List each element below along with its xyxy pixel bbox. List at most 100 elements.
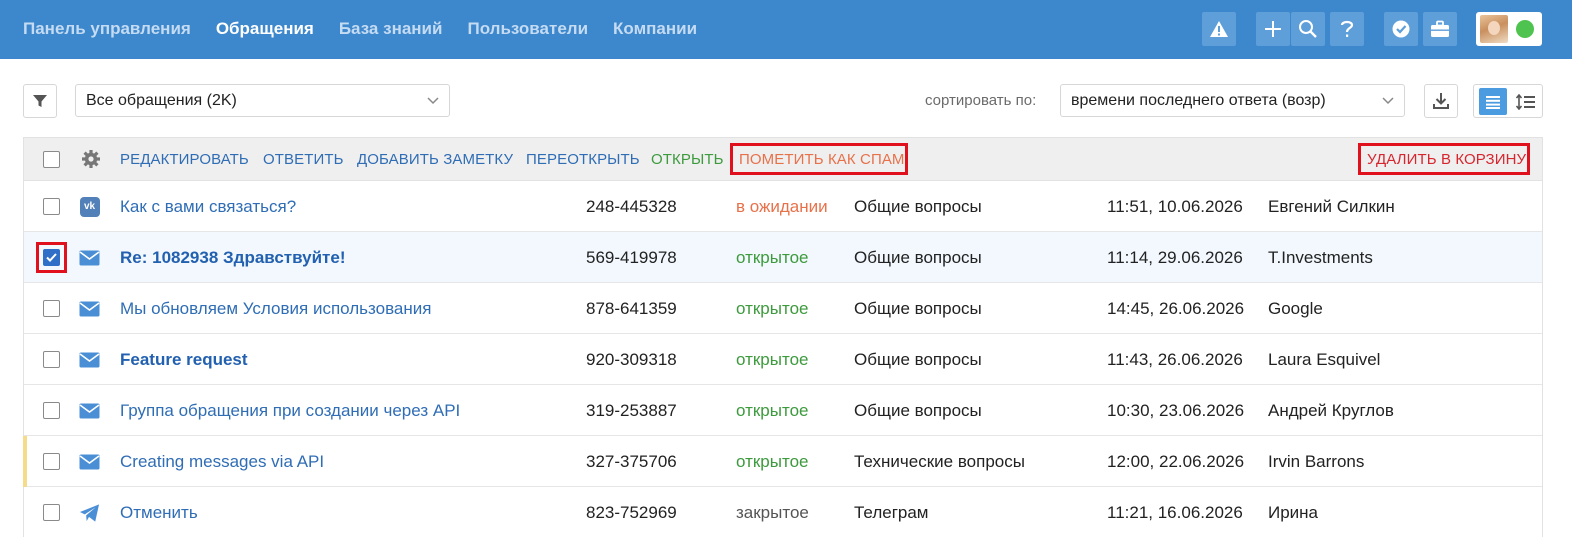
- table-row[interactable]: vk Как с вами связаться? 248-445328 в ожида…: [24, 181, 1542, 232]
- compact-view-button[interactable]: [1513, 89, 1539, 115]
- edit-action[interactable]: РЕДАКТИРОВАТЬ: [120, 151, 249, 168]
- ticket-number: 920-309318: [586, 350, 677, 369]
- ticket-group: Телеграм: [854, 503, 929, 522]
- ticket-client[interactable]: T.Investments: [1268, 248, 1373, 268]
- row-checkbox[interactable]: [43, 198, 60, 215]
- table-row[interactable]: Группа обращения при создании через API 3…: [24, 385, 1542, 436]
- select-all-checkbox[interactable]: [43, 151, 60, 168]
- plus-icon: [1265, 21, 1281, 37]
- open-action[interactable]: ОТКРЫТЬ: [651, 151, 724, 168]
- nav-item-companies[interactable]: Компании: [613, 19, 697, 39]
- table-row[interactable]: Creating messages via API 327-375706 откры…: [23, 436, 1542, 487]
- filter-button[interactable]: [23, 84, 57, 118]
- row-marker: [23, 436, 27, 487]
- search-icon: [1299, 20, 1317, 38]
- table-row[interactable]: Мы обновляем Условия использования 878-64…: [24, 283, 1542, 334]
- search-button[interactable]: [1291, 12, 1325, 46]
- user-menu[interactable]: [1476, 12, 1542, 46]
- ticket-group: Общие вопросы: [854, 401, 982, 420]
- ticket-table: РЕДАКТИРОВАТЬ ОТВЕТИТЬ ДОБАВИТЬ ЗАМЕТКУ …: [23, 137, 1543, 537]
- table-row[interactable]: Feature request 920-309318 открытое Общие в…: [24, 334, 1542, 385]
- help-button[interactable]: [1330, 12, 1364, 46]
- briefcase-button[interactable]: [1423, 12, 1457, 46]
- ticket-view-select[interactable]: Все обращения (2K): [75, 84, 450, 117]
- table-row[interactable]: Отменить 823-752969 закрытое Телеграм 11:21,…: [24, 487, 1542, 537]
- delete-action-highlight: [1358, 143, 1530, 175]
- list-icon: [1486, 95, 1500, 109]
- ticket-subject-link[interactable]: Creating messages via API: [120, 452, 324, 472]
- verified-icon: [1392, 20, 1410, 38]
- avatar: [1480, 15, 1508, 43]
- ticket-subject-link[interactable]: Группа обращения при создании через API: [120, 401, 460, 421]
- ticket-updated-time: 14:45, 26.06.2026: [1107, 299, 1245, 318]
- ticket-updated-time: 11:14, 29.06.2026: [1107, 248, 1243, 267]
- ticket-updated-time: 11:43, 26.06.2026: [1107, 350, 1243, 369]
- nav-item-dashboard[interactable]: Панель управления: [23, 19, 191, 39]
- nav-item-knowledge-base[interactable]: База знаний: [339, 19, 443, 39]
- ticket-status: в ожидании: [736, 197, 828, 216]
- mail-icon: [79, 298, 100, 319]
- ticket-view-value: Все обращения (2K): [86, 92, 237, 109]
- ticket-number: 823-752969: [586, 503, 677, 522]
- ticket-number: 878-641359: [586, 299, 677, 318]
- ticket-client[interactable]: Евгений Силкин: [1268, 197, 1395, 217]
- ticket-client[interactable]: Irvin Barrons: [1268, 452, 1364, 472]
- mail-icon: [79, 451, 100, 472]
- ticket-status: открытое: [736, 401, 809, 420]
- export-button[interactable]: [1424, 84, 1458, 118]
- help-icon: [1340, 20, 1354, 37]
- vk-icon: vk: [79, 196, 100, 217]
- ticket-subject-link[interactable]: Re: 1082938 Здравствуйте!: [120, 248, 345, 268]
- row-checkbox[interactable]: [43, 402, 60, 419]
- chevron-down-icon: [427, 97, 439, 105]
- ticket-subject-link[interactable]: Как с вами связаться?: [120, 197, 296, 217]
- verified-button[interactable]: [1384, 12, 1418, 46]
- sort-select[interactable]: времени последнего ответа (возр): [1060, 84, 1405, 117]
- create-button[interactable]: [1256, 12, 1290, 46]
- briefcase-icon: [1431, 20, 1449, 37]
- row-checkbox[interactable]: [43, 351, 60, 368]
- sort-label: сортировать по:: [925, 92, 1037, 109]
- bulk-action-bar: РЕДАКТИРОВАТЬ ОТВЕТИТЬ ДОБАВИТЬ ЗАМЕТКУ …: [24, 138, 1542, 181]
- ticket-client[interactable]: Laura Esquivel: [1268, 350, 1380, 370]
- view-mode-toggle: [1473, 84, 1543, 118]
- list-view-button[interactable]: [1479, 88, 1507, 115]
- table-row[interactable]: Re: 1082938 Здравствуйте! 569-419978 откры…: [24, 232, 1542, 283]
- ticket-subject-link[interactable]: Feature request: [120, 350, 248, 370]
- ticket-number: 248-445328: [586, 197, 677, 216]
- ticket-group: Общие вопросы: [854, 197, 982, 216]
- spam-action-highlight: [730, 143, 908, 175]
- nav-item-tickets[interactable]: Обращения: [216, 19, 314, 39]
- ticket-group: Общие вопросы: [854, 299, 982, 318]
- ticket-updated-time: 10:30, 23.06.2026: [1107, 401, 1245, 420]
- ticket-status: закрытое: [736, 503, 809, 522]
- ticket-number: 569-419978: [586, 248, 677, 267]
- ticket-updated-time: 12:00, 22.06.2026: [1107, 452, 1245, 471]
- ticket-number: 319-253887: [586, 401, 677, 420]
- reopen-action[interactable]: ПЕРЕОТКРЫТЬ: [526, 151, 640, 168]
- ticket-group: Общие вопросы: [854, 350, 982, 369]
- gear-icon[interactable]: [81, 149, 101, 169]
- ticket-subject-link[interactable]: Мы обновляем Условия использования: [120, 299, 431, 319]
- add-note-action[interactable]: ДОБАВИТЬ ЗАМЕТКУ: [357, 151, 513, 168]
- ticket-updated-time: 11:51, 10.06.2026: [1107, 197, 1243, 216]
- online-status-indicator: [1516, 20, 1534, 38]
- mail-icon: [79, 400, 100, 421]
- main-nav: Панель управления Обращения База знаний …: [23, 19, 722, 39]
- row-checkbox[interactable]: [43, 453, 60, 470]
- ticket-client[interactable]: Google: [1268, 299, 1323, 319]
- row-checkbox[interactable]: [43, 504, 60, 521]
- ticket-subject-link[interactable]: Отменить: [120, 503, 198, 523]
- sort-value: времени последнего ответа (возр): [1071, 92, 1326, 109]
- sort-lines-icon: [1516, 94, 1535, 110]
- ticket-number: 327-375706: [586, 452, 677, 471]
- ticket-client[interactable]: Ирина: [1268, 503, 1318, 523]
- ticket-status: открытое: [736, 452, 809, 471]
- row-checkbox[interactable]: [43, 300, 60, 317]
- nav-item-users[interactable]: Пользователи: [467, 19, 588, 39]
- ticket-status: открытое: [736, 350, 809, 369]
- reply-action[interactable]: ОТВЕТИТЬ: [263, 151, 344, 168]
- filter-icon: [33, 95, 47, 107]
- warning-button[interactable]: [1202, 12, 1236, 46]
- ticket-client[interactable]: Андрей Круглов: [1268, 401, 1394, 421]
